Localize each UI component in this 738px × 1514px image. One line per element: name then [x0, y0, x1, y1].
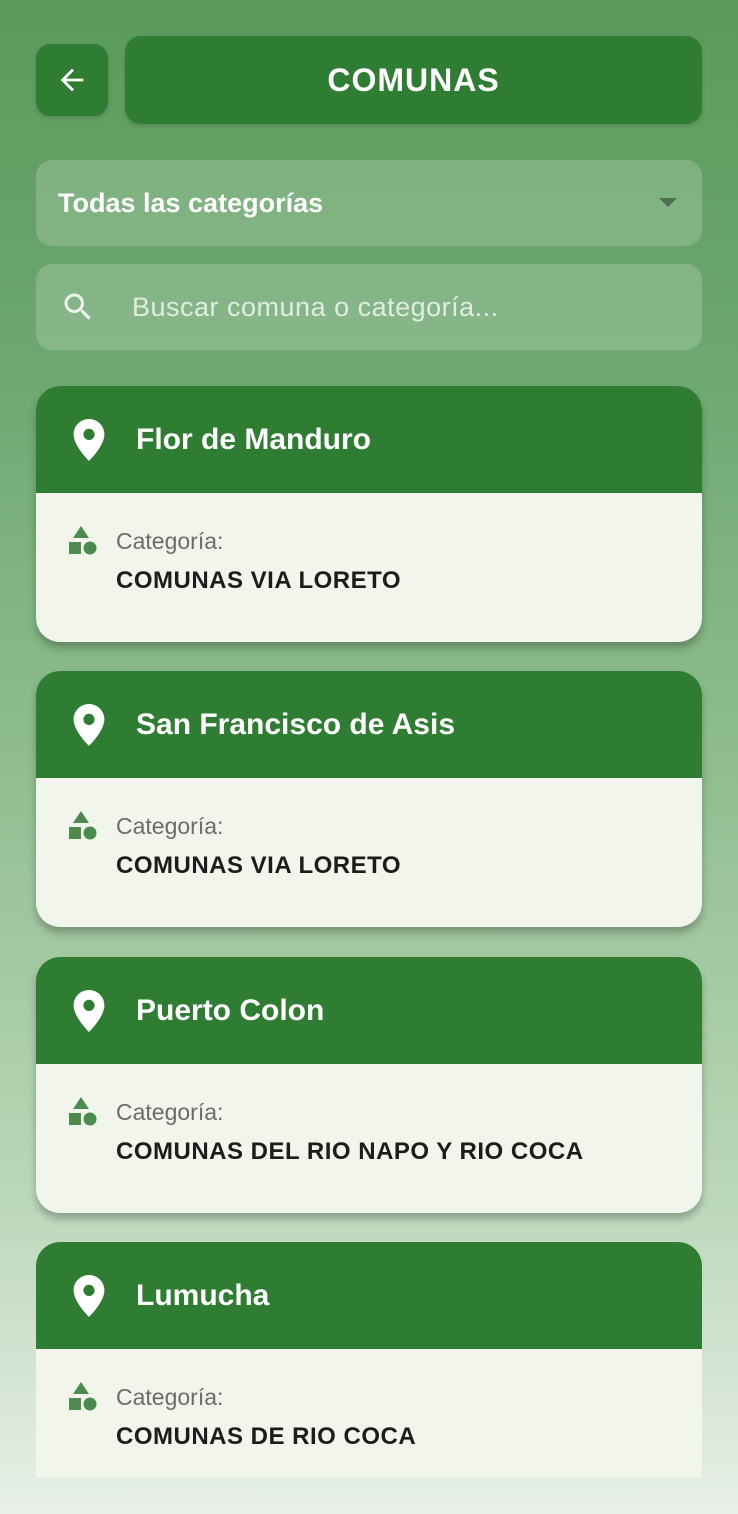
commune-card[interactable]: Flor de Manduro Categoría: COMUNAS VIA L…: [36, 386, 702, 642]
category-value: COMUNAS VIA LORETO: [116, 852, 402, 879]
category-label: Categoría:: [116, 813, 224, 839]
commune-card-header: San Francisco de Asis: [36, 671, 702, 778]
commune-card[interactable]: Puerto Colon Categoría: COMUNAS DEL RIO …: [36, 957, 702, 1213]
commune-name: San Francisco de Asis: [136, 707, 456, 741]
commune-card[interactable]: San Francisco de Asis Categoría: COMUNAS…: [36, 671, 702, 927]
commune-card[interactable]: Lumucha Categoría: COMUNAS DE RIO COCA: [36, 1242, 702, 1478]
commune-card-header: Flor de Manduro: [36, 386, 702, 493]
arrow-left-icon: [60, 68, 84, 92]
search-input[interactable]: Buscar comuna o categoría...: [36, 264, 702, 350]
commune-card-body: Categoría: COMUNAS VIA LORETO: [36, 493, 702, 597]
location-pin-icon: [73, 703, 105, 746]
category-value: COMUNAS VIA LORETO: [116, 567, 402, 594]
category-dropdown-value: Todas las categorías: [58, 187, 324, 218]
location-pin-icon: [73, 418, 105, 461]
back-button[interactable]: [36, 44, 108, 116]
commune-name: Flor de Manduro: [136, 422, 371, 456]
category-shapes-icon: [69, 1382, 97, 1411]
category-value: COMUNAS DEL RIO NAPO Y RIO COCA: [116, 1138, 584, 1165]
category-label: Categoría:: [116, 1384, 224, 1410]
caret-down-icon: [659, 198, 677, 207]
category-dropdown[interactable]: Todas las categorías: [36, 160, 702, 246]
category-shapes-icon: [69, 526, 97, 555]
category-shapes-icon: [69, 1097, 97, 1126]
commune-card-body: Categoría: COMUNAS DE RIO COCA: [36, 1349, 702, 1453]
search-placeholder: Buscar comuna o categoría...: [132, 291, 499, 322]
page-title: COMUNAS: [327, 61, 500, 98]
category-shapes-icon: [69, 811, 97, 840]
commune-card-body: Categoría: COMUNAS VIA LORETO: [36, 778, 702, 882]
search-icon: [64, 293, 91, 320]
category-label: Categoría:: [116, 1099, 224, 1125]
commune-card-body: Categoría: COMUNAS DEL RIO NAPO Y RIO CO…: [36, 1064, 702, 1168]
commune-name: Lumucha: [136, 1278, 270, 1312]
commune-card-header: Puerto Colon: [36, 957, 702, 1064]
commune-card-header: Lumucha: [36, 1242, 702, 1349]
location-pin-icon: [73, 989, 105, 1032]
commune-name: Puerto Colon: [136, 993, 325, 1027]
page-title-bar: COMUNAS: [125, 36, 702, 124]
category-value: COMUNAS DE RIO COCA: [116, 1423, 417, 1450]
location-pin-icon: [73, 1274, 105, 1317]
category-label: Categoría:: [116, 528, 224, 554]
